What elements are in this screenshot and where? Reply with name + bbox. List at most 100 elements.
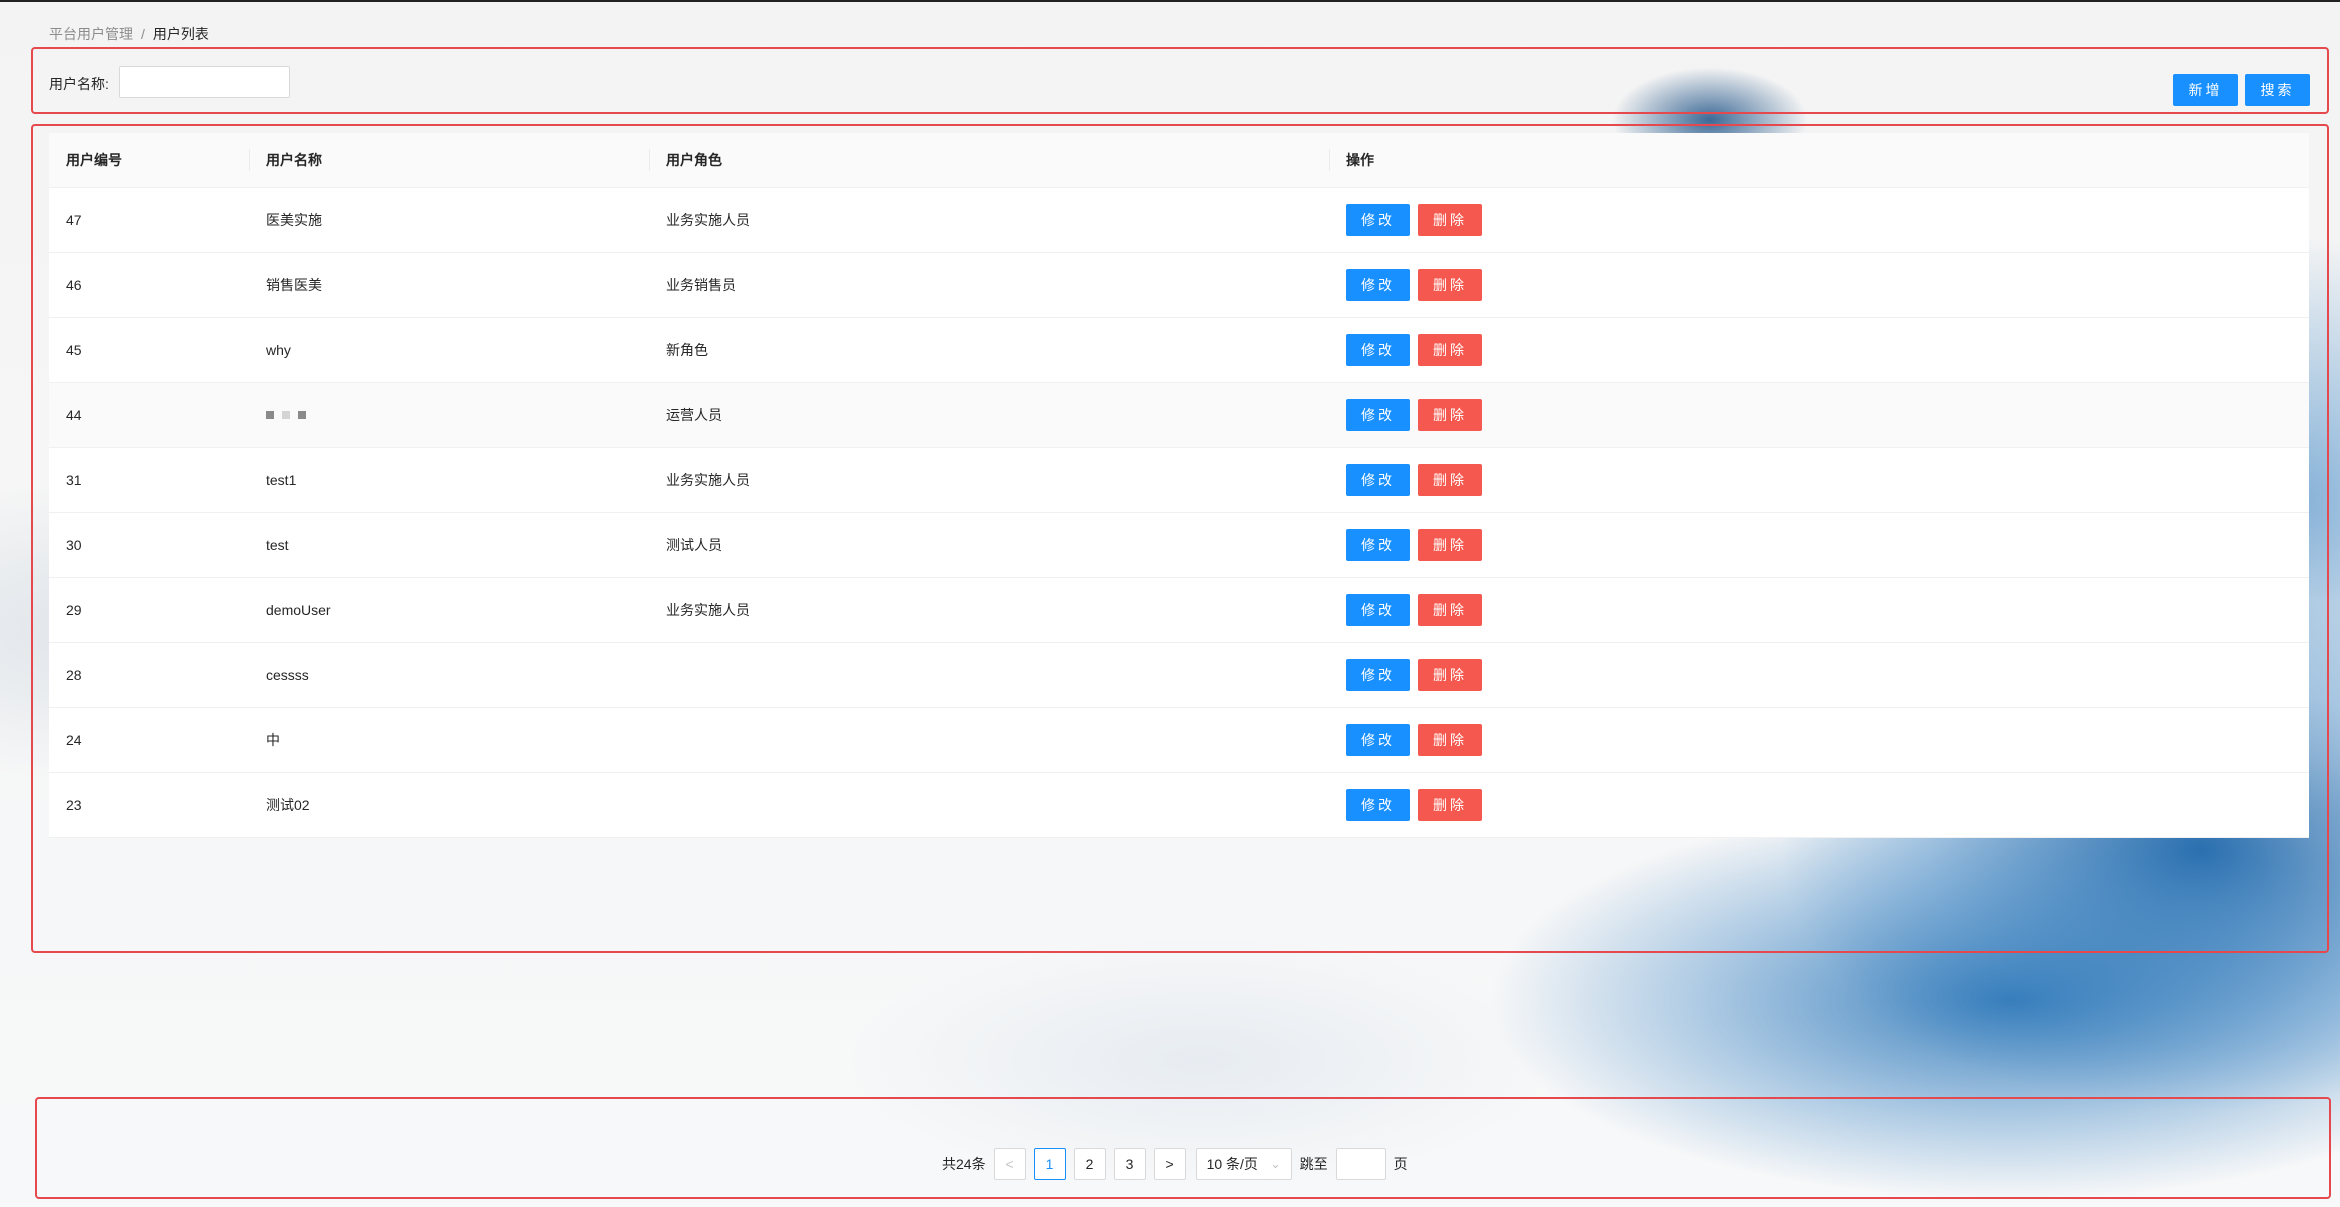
cell-actions: 修改 删除 [1329, 448, 2309, 512]
page-size-select[interactable]: 10 条/页 ⌄ [1195, 1148, 1292, 1180]
delete-button[interactable]: 删除 [1418, 204, 1482, 236]
username-filter-label: 用户名称: [49, 76, 109, 92]
cell-user-id: 47 [66, 212, 82, 228]
search-button[interactable]: 搜索 [2245, 74, 2310, 106]
cell-user-role: 运营人员 [666, 407, 722, 423]
cell-user-id: 23 [66, 797, 82, 813]
edit-button[interactable]: 修改 [1346, 399, 1410, 431]
table-row: 44 运营人员 修改 删除 [49, 383, 2309, 448]
delete-button[interactable]: 删除 [1418, 464, 1482, 496]
page-size-value: 10 条/页 [1206, 1156, 1258, 1172]
cell-user-role [649, 708, 1329, 772]
cell-user-name: why [266, 342, 291, 358]
edit-button[interactable]: 修改 [1346, 789, 1410, 821]
cell-user-id: 28 [66, 667, 82, 683]
cell-user-id: 44 [66, 407, 82, 423]
cell-actions: 修改 删除 [1329, 253, 2309, 317]
top-border-line [0, 0, 2340, 2]
edit-button[interactable]: 修改 [1346, 334, 1410, 366]
table-row: 47 医美实施 业务实施人员 修改 删除 [49, 188, 2309, 253]
breadcrumb-separator: / [141, 26, 145, 42]
cell-user-role [649, 773, 1329, 837]
edit-button[interactable]: 修改 [1346, 724, 1410, 756]
cell-user-role: 业务实施人员 [666, 212, 750, 228]
user-table: 用户编号 用户名称 用户角色 操作 47 医美实施 业务实施人员 修改 删除 4… [49, 133, 2309, 838]
cell-user-role: 业务实施人员 [666, 472, 750, 488]
chevron-left-icon: < [1005, 1156, 1014, 1172]
edit-button[interactable]: 修改 [1346, 464, 1410, 496]
chevron-down-icon: ⌄ [1270, 1157, 1281, 1171]
delete-button[interactable]: 删除 [1418, 659, 1482, 691]
breadcrumb-parent[interactable]: 平台用户管理 [49, 24, 133, 44]
table-row: 31 test1 业务实施人员 修改 删除 [49, 448, 2309, 513]
jump-to-label: 跳至 [1299, 1156, 1328, 1172]
table-header: 用户编号 用户名称 用户角色 操作 [49, 133, 2309, 188]
pagination-total: 共24条 [942, 1156, 986, 1172]
prev-page-button[interactable]: < [993, 1148, 1026, 1180]
page-2-button[interactable]: 2 [1073, 1148, 1106, 1180]
cell-actions: 修改 删除 [1329, 578, 2309, 642]
delete-button[interactable]: 删除 [1418, 789, 1482, 821]
cell-user-id: 46 [66, 277, 82, 293]
breadcrumb: 平台用户管理 / 用户列表 [49, 24, 209, 44]
table-row: 46 销售医美 业务销售员 修改 删除 [49, 253, 2309, 318]
cell-actions: 修改 删除 [1329, 773, 2309, 837]
page-suffix-label: 页 [1393, 1156, 1408, 1172]
table-row: 23 测试02 修改 删除 [49, 773, 2309, 838]
delete-button[interactable]: 删除 [1418, 529, 1482, 561]
cell-user-name: 医美实施 [266, 212, 322, 228]
cell-user-name: demoUser [266, 602, 331, 618]
edit-button[interactable]: 修改 [1346, 204, 1410, 236]
cell-actions: 修改 删除 [1329, 188, 2309, 252]
breadcrumb-current: 用户列表 [152, 26, 209, 42]
cell-user-name: 测试02 [266, 797, 310, 813]
delete-button[interactable]: 删除 [1418, 594, 1482, 626]
cell-user-name: 销售医美 [266, 277, 322, 293]
cell-user-id: 30 [66, 537, 82, 553]
cell-user-role: 新角色 [666, 342, 708, 358]
cell-user-id: 24 [66, 732, 82, 748]
edit-button[interactable]: 修改 [1346, 594, 1410, 626]
cell-user-role [649, 643, 1329, 707]
cell-actions: 修改 删除 [1329, 643, 2309, 707]
pagination: 共24条 < 1 2 3 > 10 条/页 ⌄ 跳至 页 [942, 1148, 1408, 1180]
cell-user-name: cessss [266, 667, 309, 683]
delete-button[interactable]: 删除 [1418, 399, 1482, 431]
table-row: 24 中 修改 删除 [49, 708, 2309, 773]
next-page-button[interactable]: > [1153, 1148, 1186, 1180]
username-search-input[interactable] [119, 66, 290, 98]
delete-button[interactable]: 删除 [1418, 269, 1482, 301]
column-header-user-role: 用户角色 [649, 133, 1329, 187]
cell-user-name: test [266, 537, 289, 553]
page-3-button[interactable]: 3 [1113, 1148, 1146, 1180]
cell-actions: 修改 删除 [1329, 513, 2309, 577]
page-1-button[interactable]: 1 [1033, 1148, 1066, 1180]
cell-user-id: 45 [66, 342, 82, 358]
add-user-button[interactable]: 新增 [2173, 74, 2238, 106]
table-row: 30 test 测试人员 修改 删除 [49, 513, 2309, 578]
edit-button[interactable]: 修改 [1346, 529, 1410, 561]
cell-user-role: 业务实施人员 [666, 602, 750, 618]
column-header-actions: 操作 [1329, 133, 2309, 187]
search-panel-outline [31, 47, 2329, 114]
cell-user-name: test1 [266, 472, 297, 488]
table-row: 28 cessss 修改 删除 [49, 643, 2309, 708]
cell-actions: 修改 删除 [1329, 708, 2309, 772]
edit-button[interactable]: 修改 [1346, 659, 1410, 691]
column-header-user-id: 用户编号 [66, 152, 122, 168]
redacted-name-glyphs [266, 411, 306, 419]
cell-user-name: 中 [266, 732, 280, 748]
cell-user-name-redacted [249, 383, 649, 447]
table-row: 29 demoUser 业务实施人员 修改 删除 [49, 578, 2309, 643]
jump-page-input[interactable] [1335, 1148, 1386, 1180]
cell-user-role: 业务销售员 [666, 277, 736, 293]
chevron-right-icon: > [1165, 1156, 1174, 1172]
delete-button[interactable]: 删除 [1418, 724, 1482, 756]
cell-actions: 修改 删除 [1329, 383, 2309, 447]
table-row: 45 why 新角色 修改 删除 [49, 318, 2309, 383]
cell-user-role: 测试人员 [666, 537, 722, 553]
edit-button[interactable]: 修改 [1346, 269, 1410, 301]
cell-user-id: 31 [66, 472, 82, 488]
cell-user-id: 29 [66, 602, 82, 618]
delete-button[interactable]: 删除 [1418, 334, 1482, 366]
